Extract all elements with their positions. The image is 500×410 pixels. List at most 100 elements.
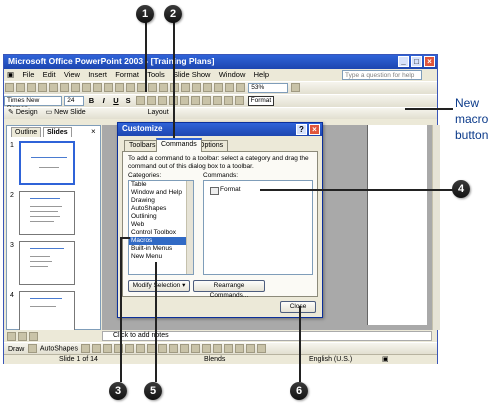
picture-icon[interactable] bbox=[169, 344, 179, 353]
tables-borders-icon[interactable] bbox=[192, 83, 201, 92]
slide-sorter-icon[interactable] bbox=[18, 332, 27, 341]
category-item[interactable]: Built-in Menus bbox=[129, 245, 193, 253]
wordart-icon[interactable] bbox=[136, 344, 146, 353]
tab-outline[interactable]: Outline bbox=[11, 127, 42, 137]
menu-file[interactable]: File bbox=[19, 69, 37, 80]
underline-button[interactable]: U bbox=[111, 96, 121, 106]
line-style-icon[interactable] bbox=[213, 344, 223, 353]
menu-edit[interactable]: Edit bbox=[40, 69, 59, 80]
new-icon[interactable] bbox=[5, 83, 14, 92]
align-center-icon[interactable] bbox=[147, 96, 157, 105]
research-icon[interactable] bbox=[93, 83, 102, 92]
category-item[interactable]: Web bbox=[129, 221, 193, 229]
cut-icon[interactable] bbox=[104, 83, 113, 92]
font-color-icon[interactable] bbox=[235, 96, 245, 105]
email-icon[interactable] bbox=[49, 83, 58, 92]
arrow-style-icon[interactable] bbox=[235, 344, 245, 353]
select-objects-icon[interactable] bbox=[27, 344, 37, 353]
increase-indent-icon[interactable] bbox=[224, 96, 234, 105]
close-icon[interactable]: × bbox=[424, 56, 435, 67]
menu-help[interactable]: Help bbox=[251, 69, 272, 80]
shadow-button[interactable]: S bbox=[123, 96, 133, 106]
undo-icon[interactable] bbox=[148, 83, 157, 92]
dialog-close-icon[interactable]: × bbox=[309, 124, 320, 135]
maximize-icon[interactable]: □ bbox=[411, 56, 422, 67]
slide-thumbnail[interactable]: 3 bbox=[7, 240, 100, 288]
menu-window[interactable]: Window bbox=[216, 69, 249, 80]
tab-commands[interactable]: Commands bbox=[156, 138, 202, 152]
notes-pane[interactable]: Click to add notes bbox=[102, 331, 432, 341]
align-left-icon[interactable] bbox=[136, 96, 146, 105]
menu-view[interactable]: View bbox=[61, 69, 83, 80]
redo-icon[interactable] bbox=[159, 83, 168, 92]
grid-icon[interactable] bbox=[225, 83, 234, 92]
category-item[interactable]: Drawing bbox=[129, 197, 193, 205]
draw-menu[interactable]: Draw bbox=[8, 346, 24, 353]
3d-style-icon[interactable] bbox=[257, 344, 267, 353]
autoshapes-menu[interactable]: AutoShapes bbox=[40, 346, 78, 353]
commands-list[interactable]: Format bbox=[203, 180, 313, 275]
help-icon[interactable] bbox=[291, 83, 301, 92]
categories-list[interactable]: Table Window and Help Drawing AutoShapes… bbox=[128, 180, 194, 275]
paste-icon[interactable] bbox=[126, 83, 135, 92]
decrease-indent-icon[interactable] bbox=[213, 96, 223, 105]
current-slide[interactable] bbox=[367, 125, 427, 325]
macro-command-format[interactable]: Format bbox=[208, 185, 243, 195]
close-pane-icon[interactable]: × bbox=[91, 127, 96, 136]
help-search-input[interactable]: Type a question for help bbox=[342, 70, 422, 80]
slide-show-icon[interactable] bbox=[29, 332, 38, 341]
tab-slides[interactable]: Slides bbox=[43, 127, 72, 137]
show-formatting-icon[interactable] bbox=[214, 83, 223, 92]
menu-tools[interactable]: Tools bbox=[144, 69, 168, 80]
rectangle-icon[interactable] bbox=[103, 344, 113, 353]
category-item[interactable]: Window and Help bbox=[129, 189, 193, 197]
app-icon[interactable]: ▣ bbox=[4, 69, 17, 80]
design-button[interactable]: Design bbox=[16, 109, 38, 116]
slide-thumbnail[interactable]: 1 bbox=[7, 140, 100, 188]
print-icon[interactable] bbox=[60, 83, 69, 92]
menu-format[interactable]: Format bbox=[112, 69, 142, 80]
shadow-style-icon[interactable] bbox=[246, 344, 256, 353]
table-icon[interactable] bbox=[181, 83, 190, 92]
categories-scrollbar[interactable] bbox=[186, 181, 193, 274]
zoom-select[interactable]: 53% bbox=[248, 83, 289, 93]
preview-icon[interactable] bbox=[71, 83, 80, 92]
vertical-scrollbar[interactable] bbox=[432, 125, 440, 330]
minimize-icon[interactable]: _ bbox=[398, 56, 409, 67]
category-item[interactable]: Table bbox=[129, 181, 193, 189]
tab-toolbars[interactable]: Toolbars bbox=[124, 140, 161, 151]
color-grayscale-icon[interactable] bbox=[236, 83, 245, 92]
modify-selection-button[interactable]: Modify Selection ▾ bbox=[128, 280, 190, 292]
save-icon[interactable] bbox=[27, 83, 36, 92]
fill-color-icon[interactable] bbox=[180, 344, 190, 353]
arrow-icon[interactable] bbox=[92, 344, 102, 353]
format-macro-button[interactable]: Format bbox=[247, 96, 275, 106]
slide-thumbnail[interactable]: 4 bbox=[7, 290, 100, 330]
line-icon[interactable] bbox=[81, 344, 91, 353]
category-item[interactable]: Control Toolbox bbox=[129, 229, 193, 237]
dialog-close-button[interactable]: Close bbox=[280, 301, 316, 313]
category-item-macros[interactable]: Macros bbox=[129, 237, 193, 245]
dash-style-icon[interactable] bbox=[224, 344, 234, 353]
font-size-select[interactable]: 24 bbox=[64, 96, 85, 106]
bold-button[interactable]: B bbox=[86, 96, 96, 106]
increase-font-icon[interactable] bbox=[191, 96, 201, 105]
font-color-icon[interactable] bbox=[202, 344, 212, 353]
menu-slide-show[interactable]: Slide Show bbox=[170, 69, 214, 80]
textbox-icon[interactable] bbox=[125, 344, 135, 353]
new-slide-button[interactable]: New Slide bbox=[54, 109, 86, 116]
line-color-icon[interactable] bbox=[191, 344, 201, 353]
category-item[interactable]: AutoShapes bbox=[129, 205, 193, 213]
permission-icon[interactable] bbox=[38, 83, 47, 92]
bullets-icon[interactable] bbox=[180, 96, 190, 105]
italic-button[interactable]: I bbox=[99, 96, 109, 106]
align-right-icon[interactable] bbox=[158, 96, 168, 105]
font-name-select[interactable]: Times New Roman bbox=[4, 96, 62, 112]
open-icon[interactable] bbox=[16, 83, 25, 92]
copy-icon[interactable] bbox=[115, 83, 124, 92]
menu-insert[interactable]: Insert bbox=[85, 69, 110, 80]
expand-all-icon[interactable] bbox=[203, 83, 212, 92]
dialog-help-icon[interactable]: ? bbox=[296, 124, 307, 135]
category-item[interactable]: New Menu bbox=[129, 253, 193, 261]
rearrange-commands-button[interactable]: Rearrange Commands... bbox=[193, 280, 265, 299]
